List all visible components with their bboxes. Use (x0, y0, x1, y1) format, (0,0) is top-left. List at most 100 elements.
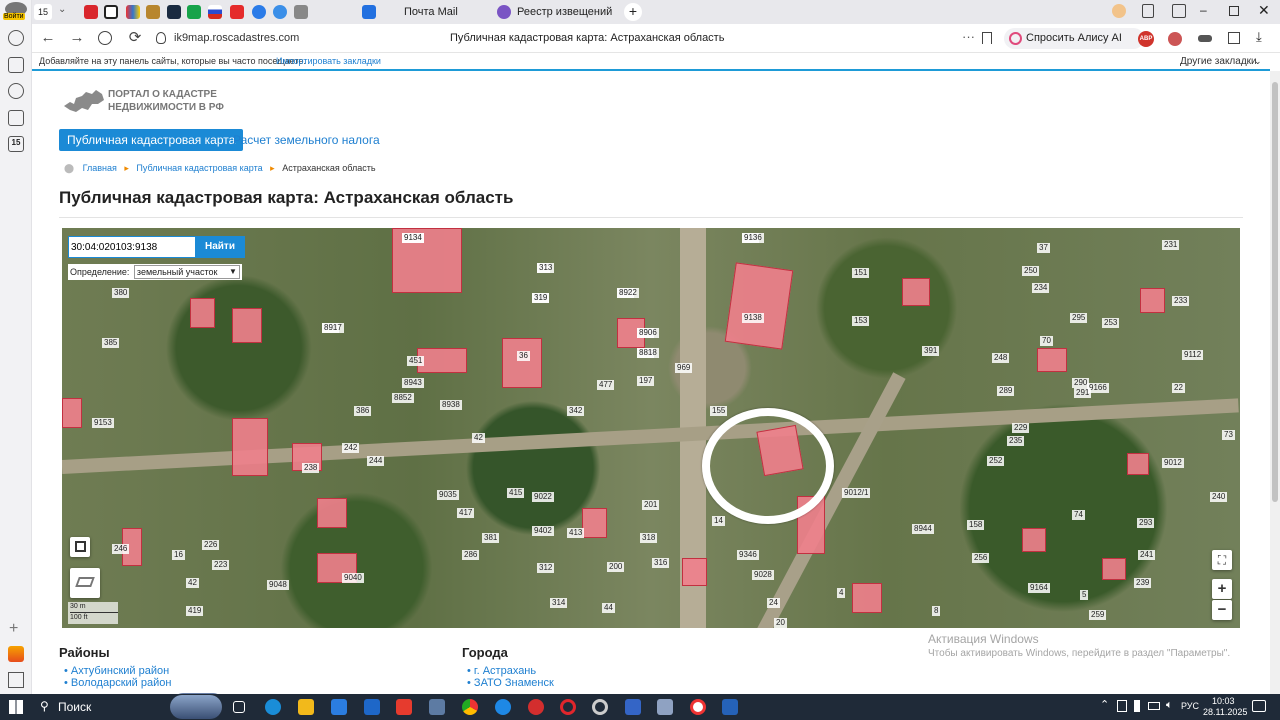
zoom-in-button[interactable]: + (1212, 579, 1232, 599)
site-security-icon[interactable] (156, 32, 166, 44)
map-parcel[interactable] (902, 278, 930, 306)
add-panel-icon[interactable]: + (9, 620, 18, 638)
opera-icon[interactable] (560, 699, 576, 715)
mail-icon[interactable] (364, 699, 380, 715)
yandex-browser-icon[interactable] (528, 699, 544, 715)
yandex-app-icon[interactable] (396, 699, 412, 715)
map-parcel[interactable] (62, 398, 82, 428)
list-item[interactable]: • ЗАТО Знаменск (467, 677, 554, 689)
tabs-switcher-icon[interactable] (1142, 4, 1154, 18)
map-parcel[interactable] (1037, 348, 1067, 372)
district-link[interactable]: Ахтубинский район (71, 665, 169, 677)
tray-usb-icon[interactable] (1134, 700, 1140, 712)
ccleaner-icon[interactable] (592, 699, 608, 715)
app-shortcut-icon[interactable] (8, 646, 24, 662)
notification-center-icon[interactable] (1252, 700, 1266, 712)
tab-counter[interactable]: 15 (34, 4, 52, 20)
ie-icon[interactable] (495, 699, 511, 715)
app-cloud-icon[interactable] (657, 699, 673, 715)
list-item[interactable]: • г. Астрахань (467, 665, 554, 677)
calculator-icon[interactable] (429, 699, 445, 715)
list-item[interactable]: • Володарский район (64, 677, 171, 689)
map-parcel[interactable] (190, 298, 215, 328)
tray-battery-icon[interactable] (1148, 702, 1160, 710)
pinned-tab-green-icon[interactable] (187, 5, 201, 19)
close-window-button[interactable]: ✕ (1258, 2, 1270, 19)
collections-icon[interactable] (8, 57, 24, 73)
tray-chevron-icon[interactable]: ⌃ (1100, 698, 1109, 711)
pinned-tab-tool-icon[interactable] (294, 5, 308, 19)
taskbar-widget-image[interactable] (170, 695, 222, 719)
fullscreen-layer-button[interactable] (70, 537, 90, 557)
tab-list-chevron-icon[interactable]: ⌄ (58, 4, 66, 15)
pinned-tab-round-icon[interactable] (252, 5, 266, 19)
nav-land-tax[interactable]: Расчет земельного налога (233, 133, 380, 147)
screenshot-icon[interactable] (8, 110, 24, 126)
extension-icon[interactable] (1168, 32, 1182, 46)
reload-button[interactable]: ⟳ (126, 29, 144, 47)
explorer-icon[interactable] (298, 699, 314, 715)
district-link[interactable]: Володарский район (71, 677, 172, 689)
scrollbar-thumb[interactable] (1272, 82, 1278, 502)
collections-tab-icon[interactable] (1112, 4, 1126, 18)
other-bookmarks-chevron-icon[interactable]: ⌄ (1254, 53, 1262, 69)
tab-registry[interactable]: Реестр извещений (497, 0, 627, 24)
panel-settings-icon[interactable] (8, 672, 24, 688)
layers-button[interactable] (70, 568, 100, 598)
pinned-tab-dark-icon[interactable] (167, 5, 181, 19)
tab-mail[interactable]: Почта Mail (362, 0, 512, 24)
cadastral-map[interactable]: 9160394371941963383791989699138451894336… (62, 228, 1240, 628)
site-logo[interactable]: ПОРТАЛ О КАДАСТРЕ НЕДВИЖИМОСТИ В РФ (62, 86, 232, 116)
map-parcel[interactable] (232, 308, 262, 343)
chrome-icon[interactable] (462, 699, 478, 715)
taskbar-search-label[interactable]: Поиск (58, 700, 91, 714)
store-icon[interactable] (331, 699, 347, 715)
map-parcel[interactable] (417, 348, 467, 373)
city-link[interactable]: г. Астрахань (474, 665, 536, 677)
pinned-tab-c-icon[interactable] (104, 5, 118, 19)
forward-button[interactable]: → (68, 29, 86, 47)
fullscreen-button[interactable]: ⛶ (1212, 550, 1232, 570)
import-bookmarks-link[interactable]: Импортировать закладки (276, 53, 381, 69)
tray-time[interactable]: 10:03 (1212, 696, 1235, 706)
tray-lang[interactable]: РУС (1181, 701, 1199, 711)
new-tab-button[interactable]: + (624, 3, 642, 21)
adblock-extension-icon[interactable]: ABP (1138, 31, 1154, 47)
more-options-icon[interactable]: ··· (962, 29, 975, 44)
video-icon[interactable] (8, 83, 24, 99)
downloads-icon[interactable]: ⤓ (1256, 29, 1262, 45)
map-parcel[interactable] (317, 498, 347, 528)
nav-cadastral-map[interactable]: Публичная кадастровая карта (59, 129, 244, 151)
yandex-active-icon[interactable] (690, 699, 706, 715)
map-parcel[interactable] (1102, 558, 1126, 580)
map-parcel[interactable] (502, 338, 542, 388)
url-field[interactable]: ik9map.roscadastres.com (174, 32, 299, 44)
breadcrumb-home[interactable]: Главная (83, 163, 117, 173)
map-parcel[interactable] (1140, 288, 1165, 313)
app-window-icon[interactable] (722, 699, 738, 715)
profile-login-label[interactable]: Войти (3, 13, 25, 20)
map-parcel[interactable] (1022, 528, 1046, 552)
breadcrumb-map[interactable]: Публичная кадастровая карта (136, 163, 262, 173)
definition-select[interactable]: земельный участок ▼ (133, 265, 240, 279)
extension-hat-icon[interactable] (1198, 35, 1212, 42)
task-view-icon[interactable] (233, 701, 245, 713)
map-parcel[interactable] (582, 508, 607, 538)
tray-date[interactable]: 28.11.2025 (1203, 707, 1247, 717)
zoom-out-button[interactable]: − (1212, 600, 1232, 620)
cadastral-number-input[interactable] (71, 239, 191, 255)
taskbar-search-icon[interactable]: ⚲ (40, 699, 49, 713)
back-button[interactable]: ← (39, 29, 57, 47)
tray-volume-icon[interactable]: 🔈︎ (1166, 699, 1173, 712)
bookmark-icon[interactable] (982, 32, 992, 44)
windows-start-icon[interactable] (9, 700, 23, 714)
search-button[interactable]: Найти (195, 236, 245, 258)
edge-icon[interactable] (265, 699, 281, 715)
app-blue-icon[interactable] (625, 699, 641, 715)
city-link[interactable]: ЗАТО Знаменск (474, 677, 554, 689)
maximize-button[interactable] (1229, 6, 1239, 16)
minimize-button[interactable]: – (1200, 3, 1207, 17)
tray-network-icon[interactable] (1117, 700, 1127, 712)
pinned-tab-emblem-icon[interactable] (146, 5, 160, 19)
history-icon[interactable] (8, 30, 24, 46)
